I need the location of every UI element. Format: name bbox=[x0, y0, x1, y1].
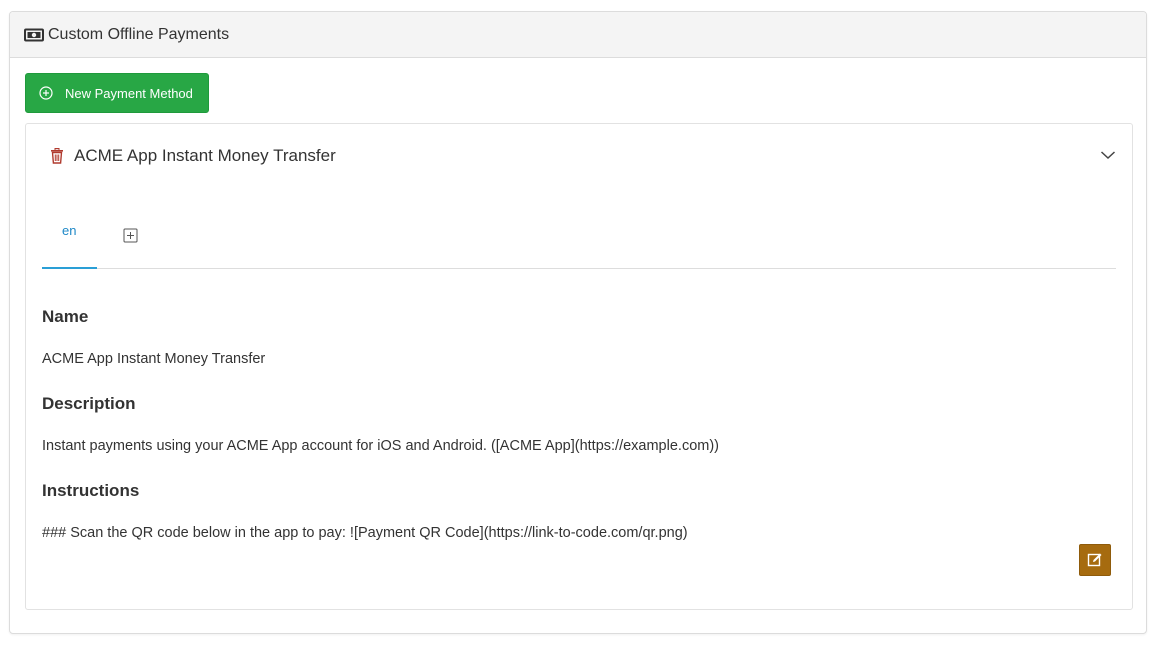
payment-method-panel: ACME App Instant Money Transfer en Name … bbox=[25, 123, 1133, 610]
description-value: Instant payments using your ACME App acc… bbox=[42, 438, 719, 454]
edit-button[interactable] bbox=[1079, 544, 1111, 576]
tab-en[interactable]: en bbox=[42, 206, 97, 269]
tab-en-label: en bbox=[62, 223, 77, 238]
new-payment-method-label: New Payment Method bbox=[65, 85, 193, 101]
card-header: Custom Offline Payments bbox=[10, 12, 1146, 58]
plus-square-icon[interactable] bbox=[123, 228, 138, 243]
description-label: Description bbox=[42, 394, 136, 413]
card-title: Custom Offline Payments bbox=[48, 25, 230, 43]
instructions-label: Instructions bbox=[42, 481, 140, 500]
language-tabs: en bbox=[42, 206, 1116, 269]
chevron-down-icon[interactable] bbox=[1100, 150, 1116, 160]
edit-icon bbox=[1087, 553, 1102, 567]
money-bill-icon bbox=[24, 28, 44, 42]
offline-payments-card: Custom Offline Payments New Payment Meth… bbox=[9, 11, 1147, 634]
plus-circle-icon bbox=[39, 86, 53, 100]
payment-method-title: ACME App Instant Money Transfer bbox=[74, 146, 336, 165]
trash-icon[interactable] bbox=[50, 148, 64, 164]
new-payment-method-button[interactable]: New Payment Method bbox=[25, 73, 209, 113]
name-label: Name bbox=[42, 307, 89, 326]
payment-method-header: ACME App Instant Money Transfer bbox=[50, 146, 336, 166]
instructions-value: ### Scan the QR code below in the app to… bbox=[42, 525, 688, 541]
name-value: ACME App Instant Money Transfer bbox=[42, 351, 266, 367]
